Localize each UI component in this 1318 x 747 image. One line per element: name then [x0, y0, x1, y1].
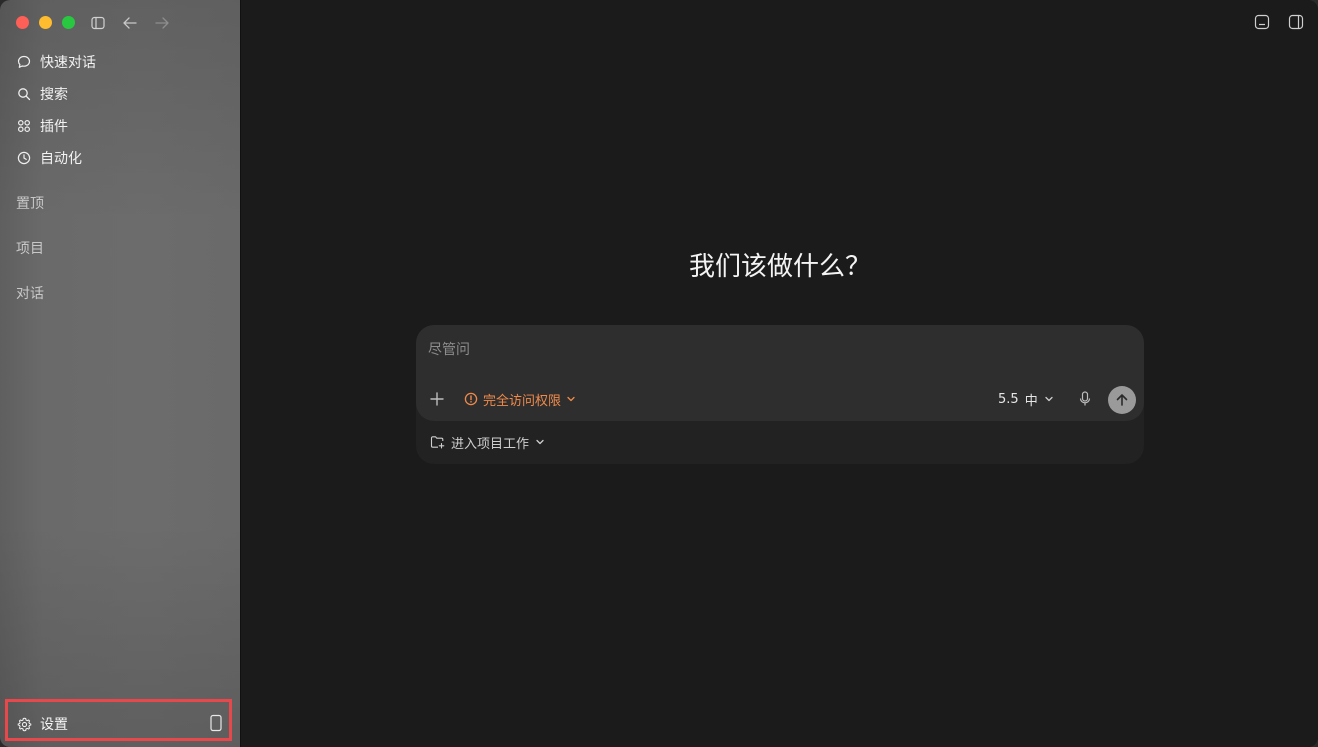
sidebar: 快速对话 搜索 插件 自动化 置顶 项目 对话 设置 — [0, 0, 240, 747]
maximize-window-button[interactable] — [62, 16, 75, 29]
forward-arrow-icon[interactable] — [152, 13, 172, 33]
project-work-label: 进入项目工作 — [451, 436, 530, 452]
close-window-button[interactable] — [16, 16, 29, 29]
composer: 尽管问 完全访问权限 5.5 中 进入项目工作 — [416, 325, 1144, 464]
app-window: 快速对话 搜索 插件 自动化 置顶 项目 对话 设置 我们该做什么？ 尽管问 完… — [0, 0, 1318, 747]
composer-input-area[interactable]: 尽管问 完全访问权限 5.5 中 — [416, 325, 1144, 421]
add-attachment-button[interactable] — [428, 390, 446, 408]
phone-device-icon[interactable] — [209, 714, 223, 732]
settings-label: 设置 — [40, 717, 68, 733]
chevron-down-icon — [566, 394, 576, 404]
project-work-dropdown[interactable]: 进入项目工作 — [430, 432, 545, 452]
model-level: 中 — [1024, 393, 1038, 409]
arrow-up-icon — [1116, 394, 1128, 406]
sidebar-item-automation[interactable]: 自动化 — [16, 146, 82, 170]
microphone-icon — [1079, 391, 1091, 406]
plus-icon — [430, 392, 444, 406]
prompt-input[interactable]: 尽管问 — [428, 339, 470, 359]
section-conversations: 对话 — [16, 286, 44, 302]
gear-icon — [16, 716, 32, 732]
sidebar-item-plugins[interactable]: 插件 — [16, 114, 68, 138]
plugins-grid-icon — [16, 118, 32, 134]
sidebar-toggle-icon[interactable] — [88, 13, 108, 33]
send-button[interactable] — [1108, 386, 1136, 414]
right-panel-toggle-icon[interactable] — [1288, 14, 1306, 32]
permission-label: 完全访问权限 — [483, 393, 562, 409]
sidebar-item-search[interactable]: 搜索 — [16, 82, 68, 106]
folder-plus-icon — [430, 435, 445, 449]
section-projects: 项目 — [16, 241, 44, 257]
main-panel: 我们该做什么？ 尽管问 完全访问权限 5.5 中 进入项目工作 — [240, 0, 1318, 747]
warning-circle-icon — [464, 392, 478, 406]
chevron-down-icon — [1044, 394, 1054, 404]
sidebar-item-quick-chat[interactable]: 快速对话 — [16, 50, 96, 74]
settings-button[interactable]: 设置 — [16, 712, 68, 736]
sidebar-item-label: 快速对话 — [40, 55, 96, 71]
clock-icon — [16, 150, 32, 166]
chevron-down-icon — [535, 437, 545, 447]
sidebar-item-label: 插件 — [40, 119, 68, 135]
model-selector[interactable]: 5.5 中 — [998, 388, 1054, 410]
sidebar-item-label: 搜索 — [40, 87, 68, 103]
terminal-panel-icon[interactable] — [1254, 14, 1272, 32]
section-pinned: 置顶 — [16, 196, 44, 212]
page-title: 我们该做什么？ — [688, 252, 871, 282]
microphone-button[interactable] — [1076, 389, 1094, 409]
sidebar-item-label: 自动化 — [40, 151, 82, 167]
model-version: 5.5 — [998, 391, 1019, 407]
search-icon — [16, 86, 32, 102]
minimize-window-button[interactable] — [39, 16, 52, 29]
back-arrow-icon[interactable] — [120, 13, 140, 33]
chat-bubble-icon — [16, 54, 32, 70]
permission-dropdown[interactable]: 完全访问权限 — [464, 388, 576, 410]
